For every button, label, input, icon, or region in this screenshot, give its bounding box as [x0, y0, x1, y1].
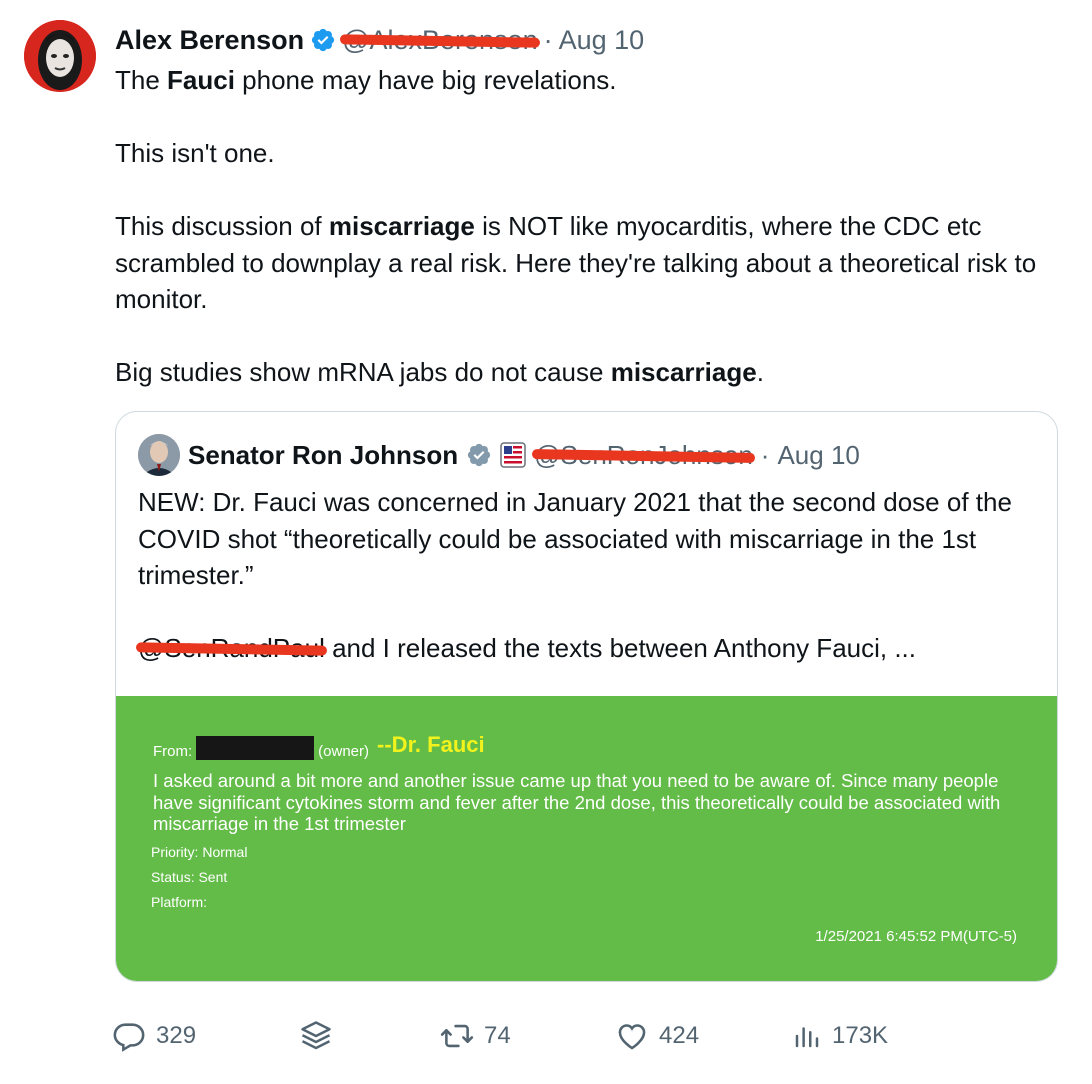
- highlight-term: miscarriage: [328, 211, 475, 241]
- media-priority: Priority: Normal: [151, 844, 248, 860]
- media-from-label: From:: [153, 743, 193, 760]
- quote-header: Senator Ron Johnson @SenRonJohnson · Aug…: [138, 434, 860, 476]
- separator-dot: ·: [543, 24, 553, 55]
- tweet-line-1: The Fauci phone may have big revelations…: [115, 62, 1055, 99]
- quote-timestamp[interactable]: Aug 10: [777, 440, 859, 471]
- media-status: Status: Sent: [151, 869, 228, 885]
- view-count: 173K: [832, 1022, 889, 1049]
- bookmark-stack-button[interactable]: [298, 1016, 334, 1056]
- media-platform: Platform:: [151, 894, 208, 910]
- tweet-line-4: Big studies show mRNA jabs do not cause …: [115, 354, 1055, 391]
- quote-media-image[interactable]: From: (owner) --Dr. Fauci I asked around…: [116, 696, 1057, 981]
- layers-icon: [301, 1021, 331, 1050]
- quote-author-avatar[interactable]: [138, 434, 180, 476]
- text-span: The: [115, 65, 168, 95]
- like-count: 424: [659, 1022, 700, 1049]
- quote-author-name[interactable]: Senator Ron Johnson: [188, 440, 458, 471]
- quote-paragraph-2: @SenRandPaul and I released the texts be…: [135, 630, 1028, 667]
- quote-paragraph-1: NEW: Dr. Fauci was concerned in January …: [138, 487, 1012, 590]
- government-flag-icon: [500, 442, 526, 468]
- retweet-icon: [440, 1024, 474, 1048]
- media-timestamp: 1/25/2021 6:45:52 PM(UTC-5): [815, 928, 1017, 945]
- author-handle[interactable]: @AlexBerenson: [340, 25, 540, 56]
- quoted-tweet[interactable]: Senator Ron Johnson @SenRonJohnson · Aug…: [115, 411, 1058, 982]
- author-avatar[interactable]: [24, 20, 96, 92]
- reply-count: 329: [156, 1022, 197, 1049]
- quote-author-handle[interactable]: @SenRonJohnson: [532, 440, 755, 471]
- highlight-term: miscarriage: [610, 357, 757, 387]
- tweet-header: Alex Berenson @AlexBerenson · Aug 10: [115, 22, 644, 58]
- text-span: .: [756, 357, 764, 387]
- views-chart-icon: [795, 1027, 819, 1048]
- views-button[interactable]: 173K: [792, 1016, 888, 1056]
- separator-dot: ·: [760, 439, 770, 470]
- reply-button[interactable]: 329: [112, 1016, 196, 1056]
- heart-icon: [618, 1024, 646, 1050]
- media-name-label: --Dr. Fauci: [377, 732, 485, 757]
- retweet-count: 74: [484, 1022, 511, 1049]
- media-black-redaction: [196, 736, 315, 760]
- mention-link[interactable]: @SenRandPaul: [135, 633, 327, 663]
- tweet-timestamp[interactable]: Aug 10: [559, 25, 645, 56]
- tweet-line-3: This discussion of miscarriage is NOT li…: [115, 208, 1055, 318]
- text-span: This discussion of: [115, 211, 329, 241]
- retweet-button[interactable]: 74: [440, 1016, 511, 1056]
- quote-text: NEW: Dr. Fauci was concerned in January …: [135, 484, 1028, 667]
- verified-badge-icon: [468, 443, 491, 467]
- text-span: phone may have big revelations.: [234, 65, 617, 95]
- tweet-line-2: This isn't one.: [115, 138, 275, 168]
- media-from-line: From: (owner) --Dr. Fauci: [153, 732, 485, 760]
- reply-icon: [113, 1023, 145, 1052]
- text-span: Big studies show mRNA jabs do not cause: [115, 357, 611, 387]
- highlight-term: Fauci: [167, 65, 235, 95]
- text-span: and I released the texts between Anthony…: [324, 633, 917, 663]
- author-name[interactable]: Alex Berenson: [115, 25, 304, 56]
- media-message: I asked around a bit more and another is…: [153, 770, 1001, 834]
- verified-badge-icon: [311, 28, 335, 52]
- action-bar: 329 74 424 173K: [112, 1016, 902, 1056]
- tweet-text: The Fauci phone may have big revelations…: [115, 62, 1055, 391]
- like-button[interactable]: 424: [615, 1016, 699, 1056]
- media-owner-label: (owner): [318, 743, 370, 760]
